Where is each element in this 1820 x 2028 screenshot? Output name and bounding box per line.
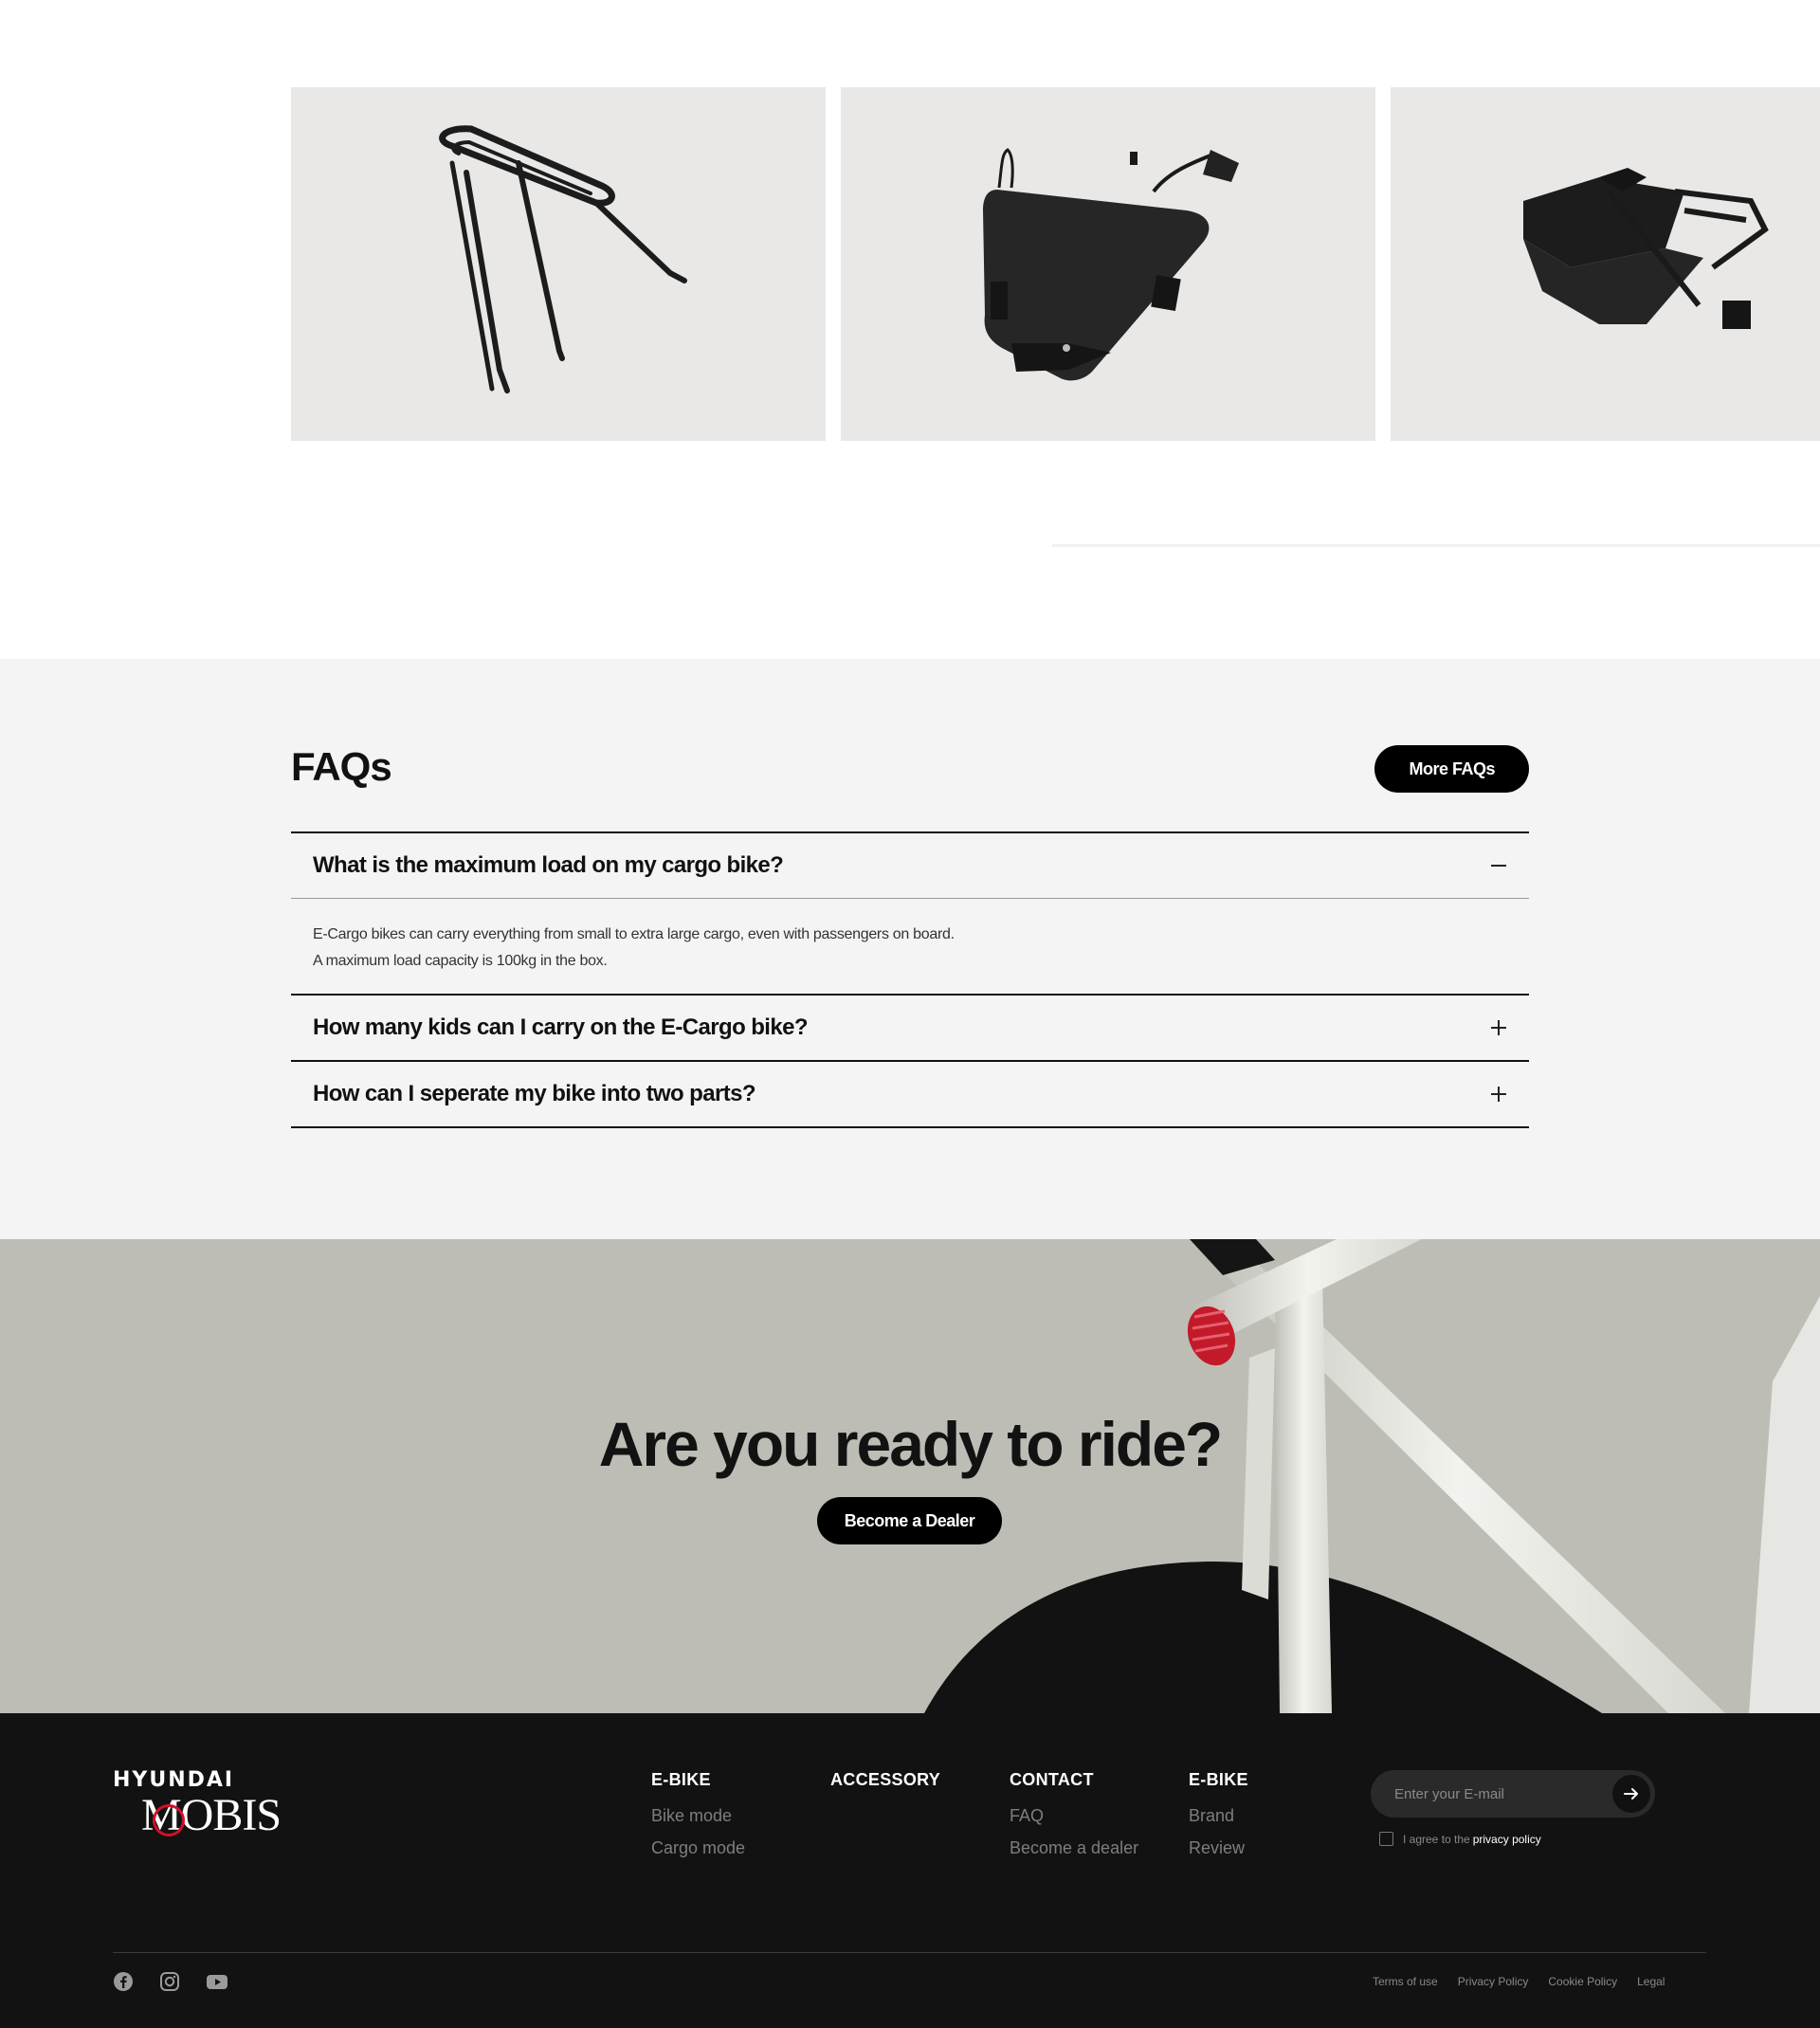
footer-column-heading: CONTACT — [1010, 1770, 1094, 1789]
agree-text: I agree to the — [1403, 1832, 1470, 1846]
footer-column-heading: E-BIKE — [651, 1770, 711, 1789]
footer-column-heading: E-BIKE — [1189, 1770, 1248, 1789]
faq-section: FAQs More FAQs What is the maximum load … — [0, 659, 1820, 1239]
carousel-progress-track — [1052, 544, 1820, 547]
youtube-icon[interactable] — [206, 1971, 228, 1992]
faq-answer-line: E-Cargo bikes can carry everything from … — [313, 926, 955, 942]
faq-item: How many kids can I carry on the E-Cargo… — [291, 994, 1529, 1060]
faq-question-row[interactable]: How can I seperate my bike into two part… — [291, 1062, 1529, 1126]
privacy-policy-footer-link[interactable]: Privacy Policy — [1458, 1975, 1529, 1988]
newsletter-form — [1371, 1770, 1655, 1818]
facebook-icon[interactable] — [113, 1971, 134, 1992]
faq-question: What is the maximum load on my cargo bik… — [313, 852, 784, 878]
social-links — [113, 1971, 228, 1992]
faq-item: How can I seperate my bike into two part… — [291, 1060, 1529, 1128]
footer-column-accessory: ACCESSORY — [830, 1770, 940, 1806]
accessory-card-frame-bag[interactable] — [841, 87, 1375, 441]
faq-list: What is the maximum load on my cargo bik… — [291, 831, 1529, 1128]
plus-icon[interactable] — [1489, 1085, 1508, 1104]
instagram-icon[interactable] — [159, 1971, 180, 1992]
faq-question-row[interactable]: How many kids can I carry on the E-Cargo… — [291, 996, 1529, 1060]
faq-answer-line: A maximum load capacity is 100kg in the … — [313, 953, 608, 969]
frame-bag-image — [983, 148, 1239, 381]
footer-link-review[interactable]: Review — [1189, 1838, 1248, 1858]
legal-links: Terms of use Privacy Policy Cookie Polic… — [1373, 1975, 1665, 1988]
agree-checkbox[interactable] — [1379, 1832, 1393, 1846]
footer-link-become-dealer[interactable]: Become a dealer — [1010, 1838, 1138, 1858]
front-basket-image — [1523, 168, 1769, 329]
accessory-card-front-basket[interactable] — [1391, 87, 1820, 441]
plus-icon[interactable] — [1489, 1018, 1508, 1037]
accessory-carousel — [0, 0, 1820, 659]
rear-rack-image — [439, 125, 687, 393]
faq-answer: E-Cargo bikes can carry everything from … — [291, 898, 1529, 994]
footer-link-faq[interactable]: FAQ — [1010, 1806, 1138, 1826]
legal-link[interactable]: Legal — [1637, 1975, 1665, 1988]
footer-divider — [113, 1952, 1706, 1953]
become-dealer-button[interactable]: Become a Dealer — [817, 1497, 1002, 1544]
newsletter-submit-button[interactable] — [1612, 1775, 1650, 1813]
privacy-policy-link[interactable]: privacy policy — [1473, 1833, 1541, 1846]
faq-title: FAQs — [291, 744, 392, 789]
footer-link-brand[interactable]: Brand — [1189, 1806, 1248, 1826]
arrow-right-icon — [1624, 1788, 1638, 1800]
privacy-agree[interactable]: I agree to the privacy policy — [1379, 1832, 1541, 1846]
faq-question: How can I seperate my bike into two part… — [313, 1081, 756, 1106]
terms-of-use-link[interactable]: Terms of use — [1373, 1975, 1438, 1988]
footer-link-bike-mode[interactable]: Bike mode — [651, 1806, 745, 1826]
logo-ring-icon — [153, 1804, 185, 1836]
cookie-policy-link[interactable]: Cookie Policy — [1548, 1975, 1617, 1988]
footer-column-e-bike: E-BIKE Bike mode Cargo mode — [651, 1770, 745, 1871]
footer-column-heading[interactable]: ACCESSORY — [830, 1770, 940, 1790]
faq-question-row[interactable]: What is the maximum load on my cargo bik… — [291, 833, 1529, 898]
footer-column-e-bike-2: E-BIKE Brand Review — [1189, 1770, 1248, 1871]
minus-icon[interactable] — [1489, 856, 1508, 875]
cta-banner: Are you ready to ride? Become a Dealer — [0, 1239, 1820, 1713]
hyundai-mobis-logo[interactable]: HYUNDAI MOBIS — [113, 1768, 282, 1840]
cta-title: Are you ready to ride? — [598, 1409, 1224, 1479]
footer: HYUNDAI MOBIS E-BIKE Bike mode Cargo mod… — [0, 1713, 1820, 2028]
email-field[interactable] — [1394, 1770, 1603, 1818]
footer-column-contact: CONTACT FAQ Become a dealer — [1010, 1770, 1138, 1871]
faq-question: How many kids can I carry on the E-Cargo… — [313, 1014, 808, 1040]
accessory-card-rear-rack[interactable] — [291, 87, 826, 441]
footer-link-cargo-mode[interactable]: Cargo mode — [651, 1838, 745, 1858]
faq-item: What is the maximum load on my cargo bik… — [291, 831, 1529, 994]
more-faqs-button[interactable]: More FAQs — [1374, 745, 1529, 793]
